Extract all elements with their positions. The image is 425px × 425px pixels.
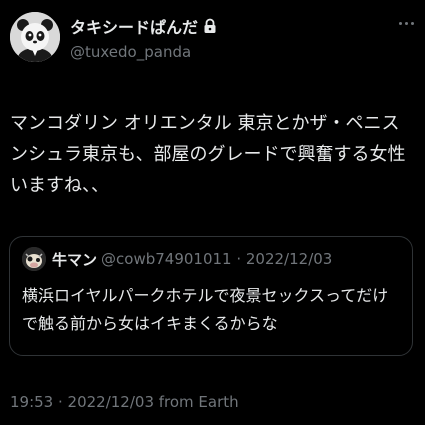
author-display-name[interactable]: タキシードぱんだ [70, 14, 198, 38]
panda-avatar-icon [10, 12, 60, 62]
quote-text: 横浜ロイヤルパークホテルで夜景セックスってだけ で触る前から女はイキまくるからな [22, 282, 407, 338]
author-handle[interactable]: @tuxedo_panda [70, 43, 191, 61]
tweet-timestamp[interactable]: 19:53 · 2022/12/03 from Earth [10, 393, 239, 411]
quote-author-name[interactable]: 牛マン [52, 249, 97, 270]
cow-avatar-icon [22, 247, 46, 271]
quote-tweet-card[interactable]: 牛マン @cowb74901011 · 2022/12/03 横浜ロイヤルパーク… [9, 236, 413, 356]
quote-header: 牛マン @cowb74901011 · 2022/12/03 [22, 247, 332, 271]
quote-text-line: で触る前から女はイキまくるからな [22, 314, 278, 333]
lock-icon [203, 18, 217, 34]
tweet-text-line: ンシュラ東京も、部屋のグレードで興奮する女性 [10, 144, 406, 165]
tweet-text-line: マンコダリン オリエンタル 東京とかザ・ペニス [10, 113, 400, 134]
author-name-row[interactable]: タキシードぱんだ [70, 14, 217, 38]
quote-text-line: 横浜ロイヤルパークホテルで夜景セックスってだけ [22, 286, 389, 305]
quote-author-meta: @cowb74901011 · 2022/12/03 [101, 250, 333, 268]
tweet-text-line: いますね、、 [10, 175, 109, 196]
quote-author-avatar[interactable] [22, 247, 46, 271]
author-avatar[interactable] [10, 12, 60, 62]
tweet-text: マンコダリン オリエンタル 東京とかザ・ペニス ンシュラ東京も、部屋のグレードで… [10, 108, 418, 201]
more-options-icon[interactable] [399, 20, 417, 26]
